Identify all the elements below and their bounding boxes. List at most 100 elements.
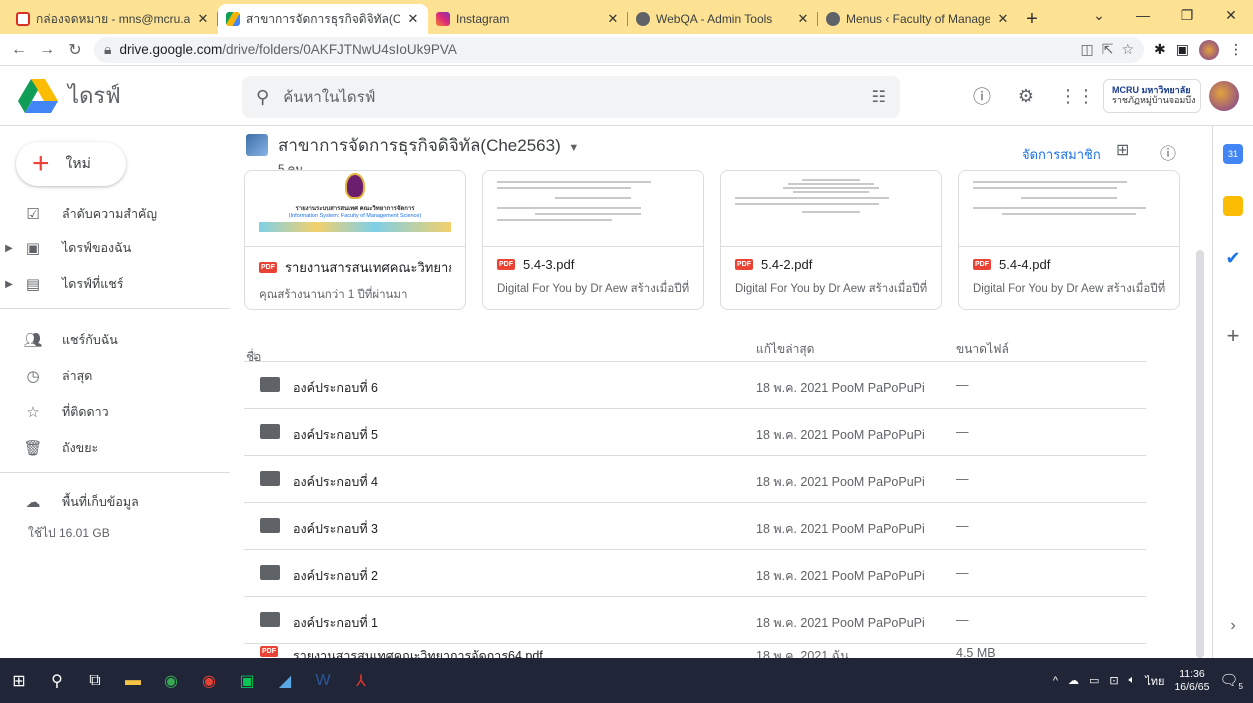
file-row[interactable]: องค์ประกอบที่ 3 18 พ.ค. 2021 PooM PaPoPu… bbox=[244, 503, 1146, 550]
share-icon[interactable]: ⇱ bbox=[1102, 41, 1114, 58]
sidebar-item-shared-drives[interactable]: ▶ ▤ ไดรฟ์ที่แชร์ bbox=[0, 270, 230, 298]
file-row[interactable]: องค์ประกอบที่ 5 18 พ.ค. 2021 PooM PaPoPu… bbox=[244, 409, 1146, 456]
sidebar-item-label: ไดรฟ์ที่แชร์ bbox=[62, 277, 124, 291]
language-indicator[interactable]: ไทย bbox=[1145, 672, 1164, 690]
tab-webqa[interactable]: WebQA - Admin Tools ✕ bbox=[628, 4, 818, 34]
file-size: — bbox=[956, 613, 969, 627]
chrome-icon[interactable]: ◉ bbox=[190, 658, 228, 703]
close-icon[interactable]: ✕ bbox=[996, 11, 1010, 27]
tasks-icon[interactable]: ✔ bbox=[1223, 248, 1243, 268]
expand-arrow-icon[interactable]: ▶ bbox=[0, 279, 18, 290]
search-options-icon[interactable]: ☷ bbox=[872, 87, 886, 107]
reload-icon[interactable]: ↻ bbox=[66, 40, 84, 60]
file-row[interactable]: องค์ประกอบที่ 2 18 พ.ค. 2021 PooM PaPoPu… bbox=[244, 550, 1146, 597]
minimize-icon[interactable]: — bbox=[1121, 0, 1165, 30]
lock-icon[interactable]: 🔒︎ bbox=[104, 41, 111, 58]
file-name: องค์ประกอบที่ 5 bbox=[293, 428, 379, 442]
task-view-icon[interactable]: ⧉ bbox=[76, 658, 114, 703]
file-row[interactable]: องค์ประกอบที่ 6 18 พ.ค. 2021 PooM PaPoPu… bbox=[244, 362, 1146, 409]
grid-view-icon[interactable]: ⊞ bbox=[1116, 140, 1129, 160]
suggested-card[interactable]: PDF 5.4-2.pdf Digital For You by Dr Aew ส… bbox=[720, 170, 942, 310]
column-size: ขนาดไฟล์ bbox=[956, 342, 1009, 356]
sidebar-item-my-drive[interactable]: ▶ ▣ ไดรฟ์ของฉัน bbox=[0, 234, 230, 262]
tab-drive-folder[interactable]: สาขาการจัดการธุรกิจดิจิทัล(Che2563) ✕ bbox=[218, 4, 428, 34]
sidebar-item-label: ล่าสุด bbox=[62, 369, 93, 383]
windows-taskbar: ⊞ ⚲ ⧉ ▬ ◉ ◉ ▣ ◢ W ⅄ ^ ☁ ▭ ⊡ 🔈︎ ไทย 11:36… bbox=[0, 658, 1253, 703]
org-badge-line2: ราชภัฏหมู่บ้านจอมบึง bbox=[1112, 95, 1196, 105]
system-tray: ^ ☁ ▭ ⊡ 🔈︎ ไทย 11:36 16/6/65 🗨︎5 bbox=[1053, 658, 1243, 703]
network-icon[interactable]: ⊡ bbox=[1109, 674, 1118, 687]
sidebar-item-recent[interactable]: ◷ ล่าสุด bbox=[0, 362, 230, 390]
sidebar-item-storage[interactable]: ☁ พื้นที่เก็บข้อมูล bbox=[0, 488, 230, 516]
tab-gmail[interactable]: กล่องจดหมาย - mns@mcru.ac.th ✕ bbox=[8, 4, 218, 34]
column-modified[interactable]: แก้ไขล่าสุด bbox=[756, 340, 814, 359]
restore-icon[interactable]: ❐ bbox=[1165, 0, 1209, 30]
file-row[interactable]: PDF รายงานสารสนเทศคณะวิทยาการจัดการ64.pd… bbox=[244, 630, 1146, 658]
search-icon[interactable]: ⚲ bbox=[38, 658, 76, 703]
close-icon[interactable]: ✕ bbox=[196, 11, 210, 27]
line-app-icon[interactable]: ▣ bbox=[228, 658, 266, 703]
back-icon[interactable]: ← bbox=[10, 41, 28, 59]
suggested-card[interactable]: PDF 5.4-4.pdf Digital For You by Dr Aew ส… bbox=[958, 170, 1180, 310]
word-icon[interactable]: W bbox=[304, 658, 342, 703]
keep-icon[interactable] bbox=[1223, 196, 1243, 216]
close-icon[interactable]: ✕ bbox=[796, 11, 810, 27]
manage-members-button[interactable]: จัดการสมาชิก bbox=[1022, 144, 1101, 165]
card-title: 5.4-4.pdf bbox=[999, 257, 1051, 272]
folder-title-button[interactable]: สาขาการจัดการธุรกิจดิจิทัล(Che2563) ▼ bbox=[278, 132, 579, 159]
chrome-icon[interactable]: ◉ bbox=[152, 658, 190, 703]
close-icon[interactable]: ✕ bbox=[606, 11, 620, 27]
file-explorer-icon[interactable]: ▬ bbox=[114, 658, 152, 703]
side-panel-icon[interactable]: ▣ bbox=[1176, 41, 1189, 58]
sidebar-item-shared-with-me[interactable]: 👥︎ แชร์กับฉัน bbox=[0, 326, 230, 354]
tab-menus[interactable]: Menus ‹ Faculty of Management ✕ bbox=[818, 4, 1018, 34]
sidebar-item-label: แชร์กับฉัน bbox=[62, 333, 118, 347]
open-in-window-icon[interactable]: ◫ bbox=[1081, 41, 1094, 58]
sidebar-item-priority[interactable]: ☑ ลำดับความสำคัญ bbox=[0, 200, 230, 228]
suggested-card[interactable]: PDF 5.4-3.pdf Digital For You by Dr Aew ส… bbox=[482, 170, 704, 310]
chrome-menu-icon[interactable]: ⋮ bbox=[1229, 41, 1243, 58]
volume-icon[interactable]: 🔈︎ bbox=[1129, 674, 1136, 687]
profile-avatar[interactable] bbox=[1199, 39, 1219, 60]
url-host: drive.google.com bbox=[119, 42, 223, 57]
drive-logo[interactable]: ไดรฟ์ bbox=[0, 78, 240, 113]
file-row[interactable]: องค์ประกอบที่ 4 18 พ.ค. 2021 PooM PaPoPu… bbox=[244, 456, 1146, 503]
tray-chevron-icon[interactable]: ^ bbox=[1053, 675, 1058, 687]
bookmark-star-icon[interactable]: ☆ bbox=[1121, 41, 1134, 58]
file-size: — bbox=[956, 519, 969, 533]
extensions-icon[interactable]: ✱ bbox=[1154, 41, 1166, 58]
help-icon[interactable]: ⓘ bbox=[971, 83, 993, 109]
expand-arrow-icon[interactable]: ▶ bbox=[0, 243, 18, 254]
gear-icon[interactable]: ⚙ bbox=[1015, 86, 1037, 107]
scrollbar[interactable] bbox=[1196, 250, 1204, 658]
expand-panel-icon[interactable]: › bbox=[1223, 616, 1243, 636]
account-avatar[interactable] bbox=[1209, 81, 1239, 111]
battery-icon[interactable]: ▭ bbox=[1089, 674, 1099, 687]
notifications-icon[interactable]: 🗨︎5 bbox=[1220, 671, 1244, 691]
address-bar[interactable]: 🔒︎ drive.google.com/drive/folders/0AKFJT… bbox=[94, 36, 1145, 63]
new-button[interactable]: + ใหม่ bbox=[16, 142, 126, 186]
forward-icon[interactable]: → bbox=[38, 41, 56, 59]
new-tab-button[interactable]: + bbox=[1018, 4, 1046, 34]
apps-grid-icon[interactable]: ⋮⋮ bbox=[1059, 86, 1095, 107]
tab-instagram[interactable]: Instagram ✕ bbox=[428, 4, 628, 34]
tab-search-icon[interactable]: ⌄ bbox=[1077, 0, 1121, 30]
onedrive-icon[interactable]: ☁ bbox=[1068, 674, 1079, 687]
sidebar-item-starred[interactable]: ☆ ที่ติดดาว bbox=[0, 398, 230, 426]
pdf-icon: PDF bbox=[973, 259, 991, 270]
globe-icon bbox=[636, 12, 650, 26]
sidebar-item-trash[interactable]: 🗑︎ ถังขยะ bbox=[0, 434, 230, 462]
calendar-icon[interactable]: 31 bbox=[1223, 144, 1243, 164]
thumbnail-caption: รายงานระบบสารสนเทศ คณะวิทยาการจัดการ bbox=[295, 206, 415, 212]
app-icon[interactable]: ◢ bbox=[266, 658, 304, 703]
info-icon[interactable]: ⓘ bbox=[1160, 140, 1176, 164]
close-window-icon[interactable]: ✕ bbox=[1209, 0, 1253, 30]
search-icon[interactable]: ⚲ bbox=[256, 87, 269, 108]
add-addon-icon[interactable]: + bbox=[1223, 325, 1243, 347]
close-icon[interactable]: ✕ bbox=[406, 11, 420, 27]
windows-start-icon[interactable]: ⊞ bbox=[0, 658, 38, 703]
suggested-card[interactable]: รายงานระบบสารสนเทศ คณะวิทยาการจัดการ (In… bbox=[244, 170, 466, 310]
clock[interactable]: 11:36 16/6/65 bbox=[1174, 668, 1209, 693]
acrobat-icon[interactable]: ⅄ bbox=[342, 658, 380, 703]
search-input[interactable]: ⚲ ค้นหาในไดรฟ์ ☷ bbox=[242, 76, 900, 118]
